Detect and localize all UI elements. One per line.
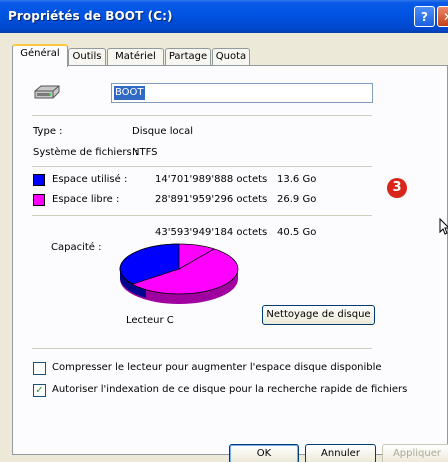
tab-partage[interactable]: Partage	[165, 48, 211, 65]
type-value: Disque local	[132, 126, 194, 137]
apply-button[interactable]: Appliquer	[382, 444, 448, 462]
filesystem-value: NTFS	[132, 147, 158, 158]
checkmark-icon: ✓	[35, 385, 44, 396]
disk-cleanup-button[interactable]: Nettoyage de disque	[262, 305, 375, 325]
cancel-button[interactable]: Annuler	[305, 444, 376, 462]
window-title: Propriétés de BOOT (C:)	[8, 9, 173, 23]
close-button[interactable]: ✕	[437, 6, 448, 27]
used-space-label: Espace utilisé :	[52, 174, 128, 185]
tab-outils-label: Outils	[72, 51, 102, 62]
free-space-bytes: 28'891'959'296 octets	[155, 194, 268, 205]
used-space-bytes: 14'701'989'888 octets	[155, 174, 268, 185]
used-space-size: 13.6 Go	[277, 174, 317, 185]
tab-general-label: Général	[20, 48, 60, 59]
tab-quota-label: Quota	[215, 51, 247, 62]
tab-general[interactable]: Général	[12, 44, 68, 67]
tab-materiel[interactable]: Matériel	[107, 48, 164, 65]
tab-partage-label: Partage	[168, 51, 208, 62]
separator	[32, 215, 372, 216]
drive-letter-label: Lecteur C	[126, 315, 174, 326]
ok-button[interactable]: OK	[229, 444, 299, 462]
close-icon: ✕	[443, 10, 448, 24]
ok-label: OK	[256, 448, 272, 459]
hard-drive-icon	[34, 85, 60, 99]
free-space-swatch	[33, 194, 45, 206]
index-checkbox[interactable]: ✓	[33, 384, 46, 397]
step-number: 3	[392, 180, 402, 195]
filesystem-label: Système de fichiers :	[33, 147, 139, 158]
step-number-badge: 3	[387, 178, 407, 198]
separator	[32, 115, 372, 116]
volume-name-value: BOOT	[114, 86, 145, 100]
tab-materiel-label: Matériel	[115, 51, 156, 62]
separator	[32, 348, 372, 349]
index-label: Autoriser l'indexation de ce disque pour…	[52, 384, 408, 395]
volume-name-input[interactable]: BOOT	[111, 83, 373, 103]
used-space-swatch	[33, 174, 45, 186]
compress-checkbox[interactable]	[33, 362, 46, 375]
free-space-label: Espace libre :	[52, 194, 120, 205]
cancel-label: Annuler	[321, 448, 360, 459]
capacity-label: Capacité :	[51, 242, 102, 253]
disk-cleanup-label: Nettoyage de disque	[266, 309, 371, 320]
help-button[interactable]: ?	[414, 6, 435, 27]
tab-outils[interactable]: Outils	[68, 48, 106, 65]
tab-quota[interactable]: Quota	[212, 48, 250, 65]
capacity-size: 40.5 Go	[277, 227, 317, 238]
mouse-pointer-icon	[439, 218, 448, 235]
type-label: Type :	[33, 126, 63, 137]
separator	[32, 166, 372, 167]
title-bar[interactable]: Propriétés de BOOT (C:) ? ✕	[0, 0, 448, 33]
help-icon: ?	[421, 10, 428, 24]
disk-usage-pie-chart	[119, 243, 239, 304]
compress-label: Compresser le lecteur pour augmenter l'e…	[52, 362, 382, 373]
properties-window: Propriétés de BOOT (C:) ? ✕ Général Outi…	[0, 0, 448, 462]
apply-label: Appliquer	[392, 448, 442, 459]
free-space-size: 26.9 Go	[277, 194, 317, 205]
